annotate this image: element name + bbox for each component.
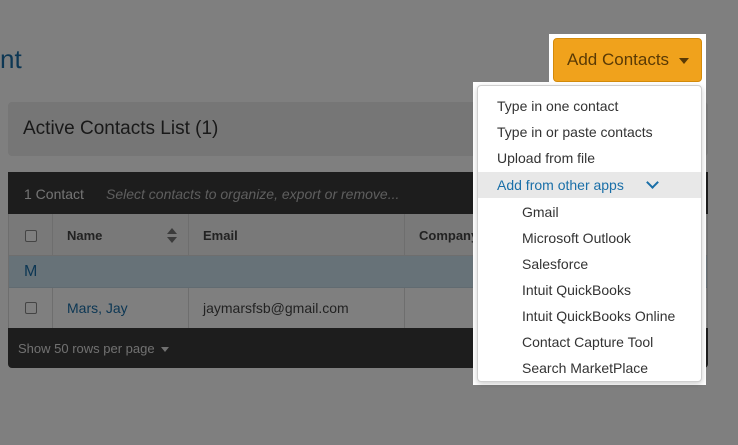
menu-item-label: Contact Capture Tool [522,334,654,350]
column-divider [52,214,53,255]
menu-item-label: Type in or paste contacts [497,124,653,140]
column-header-name[interactable]: Name [67,228,102,243]
column-header-email[interactable]: Email [203,228,238,243]
column-divider [188,288,189,328]
menu-item-gmail[interactable]: Gmail [478,199,701,225]
menu-item-label: Salesforce [522,256,589,272]
menu-item-type-one[interactable]: Type in one contact [478,93,701,119]
rows-per-page-label: Show 50 rows per page [18,341,155,356]
menu-item-label: Gmail [522,204,559,220]
menu-item-marketplace[interactable]: Search MarketPlace [478,355,701,381]
add-contacts-highlight: Add Contacts [549,34,706,86]
menu-item-outlook[interactable]: Microsoft Outlook [478,225,701,251]
menu-item-label: Upload from file [497,150,596,166]
menu-item-quickbooks[interactable]: Intuit QuickBooks [478,277,701,303]
list-title: Active Contacts List (1) [23,118,219,139]
caret-down-icon [679,57,690,64]
group-letter: M [24,263,38,280]
column-divider [188,214,189,255]
rows-per-page-select[interactable]: Show 50 rows per page [18,341,169,356]
contact-name-link[interactable]: Mars, Jay [67,300,128,316]
toolbar-hint: Select contacts to organize, export or r… [106,186,400,202]
page-title: nt [0,44,22,74]
contact-email: jaymarsfsb@gmail.com [203,300,349,316]
column-divider [52,288,53,328]
menu-item-label: Microsoft Outlook [522,230,631,246]
menu-item-label: Search MarketPlace [522,360,649,376]
chevron-down-icon [646,178,660,192]
column-divider [404,288,405,328]
add-contacts-menu-highlight: Type in one contact Type in or paste con… [473,82,706,385]
menu-item-label: Type in one contact [497,98,619,114]
add-contacts-button[interactable]: Add Contacts [553,38,702,82]
menu-item-quickbooks-online[interactable]: Intuit QuickBooks Online [478,303,701,329]
menu-item-label: Add from other apps [497,177,624,193]
menu-item-salesforce[interactable]: Salesforce [478,251,701,277]
contact-count: 1 Contact [24,186,84,202]
column-header-company[interactable]: Company [419,228,478,243]
menu-item-contact-capture[interactable]: Contact Capture Tool [478,329,701,355]
column-divider [404,214,405,255]
select-all-checkbox[interactable] [25,230,37,242]
add-contacts-menu: Type in one contact Type in or paste con… [477,85,702,382]
menu-item-label: Intuit QuickBooks Online [522,308,676,324]
menu-item-upload-file[interactable]: Upload from file [478,145,701,171]
add-contacts-label: Add Contacts [567,50,670,69]
menu-item-label: Intuit QuickBooks [522,282,631,298]
row-checkbox[interactable] [25,302,37,314]
caret-down-icon [160,347,169,353]
sort-icon[interactable] [167,228,177,244]
menu-item-type-paste[interactable]: Type in or paste contacts [478,119,701,145]
menu-item-other-apps[interactable]: Add from other apps [478,172,701,198]
